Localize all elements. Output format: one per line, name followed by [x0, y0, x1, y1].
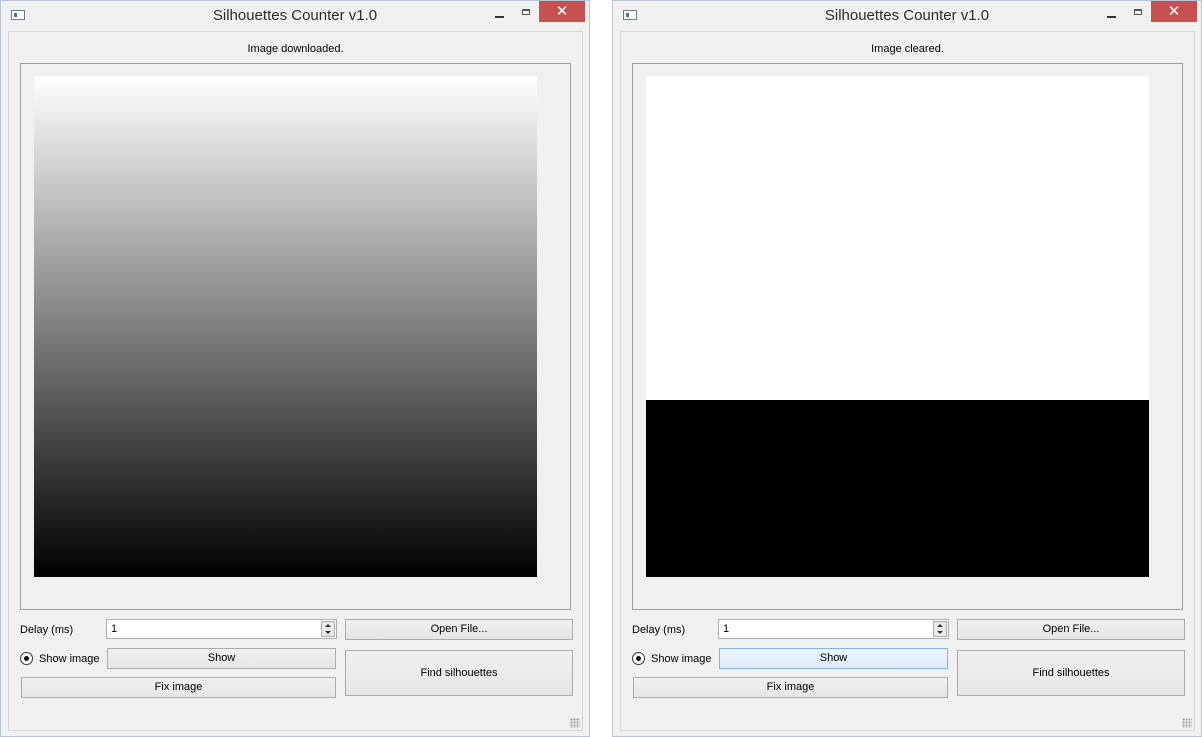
client-area: Image cleared. Delay (ms) 1 Open File...…	[620, 31, 1195, 731]
delay-value[interactable]: 1	[723, 623, 729, 635]
spin-arrows[interactable]	[321, 621, 335, 637]
title-bar[interactable]: Silhouettes Counter v1.0 ✕	[613, 1, 1201, 31]
show-image-label[interactable]: Show image	[651, 653, 712, 665]
radio-dot-icon	[636, 656, 641, 661]
image-black-region	[646, 400, 1149, 577]
fix-image-button[interactable]: Fix image	[21, 677, 336, 698]
close-button[interactable]: ✕	[539, 1, 585, 22]
client-area: Image downloaded. Delay (ms) 1 Open File…	[8, 31, 583, 731]
maximize-button[interactable]	[1125, 5, 1151, 23]
find-silhouettes-button[interactable]: Find silhouettes	[345, 650, 573, 696]
image-frame	[20, 63, 571, 610]
open-file-button[interactable]: Open File...	[957, 619, 1185, 640]
show-button[interactable]: Show	[107, 648, 336, 669]
delay-label: Delay (ms)	[20, 624, 74, 636]
image-frame	[632, 63, 1183, 610]
show-image-radio[interactable]	[632, 652, 645, 665]
minimize-button[interactable]	[487, 5, 513, 23]
show-image-label[interactable]: Show image	[39, 653, 100, 665]
delay-value[interactable]: 1	[111, 623, 117, 635]
resize-grip-icon[interactable]	[570, 718, 580, 728]
image-canvas	[34, 76, 537, 577]
spin-up-icon[interactable]	[937, 624, 943, 627]
delay-label: Delay (ms)	[632, 624, 686, 636]
find-silhouettes-button[interactable]: Find silhouettes	[957, 650, 1185, 696]
spin-arrows[interactable]	[933, 621, 947, 637]
radio-dot-icon	[24, 656, 29, 661]
delay-spinbox[interactable]: 1	[106, 619, 337, 639]
show-image-radio[interactable]	[20, 652, 33, 665]
app-window-2: Silhouettes Counter v1.0 ✕ Image cleared…	[612, 0, 1202, 737]
status-label: Image downloaded.	[247, 43, 344, 55]
minimize-button[interactable]	[1099, 5, 1125, 23]
close-button[interactable]: ✕	[1151, 1, 1197, 22]
status-label: Image cleared.	[871, 43, 944, 55]
image-canvas	[646, 76, 1149, 577]
app-window-1: Silhouettes Counter v1.0 ✕ Image downloa…	[0, 0, 590, 737]
open-file-button[interactable]: Open File...	[345, 619, 573, 640]
spin-down-icon[interactable]	[325, 631, 331, 634]
maximize-button[interactable]	[513, 5, 539, 23]
spin-down-icon[interactable]	[937, 631, 943, 634]
delay-spinbox[interactable]: 1	[718, 619, 949, 639]
fix-image-button[interactable]: Fix image	[633, 677, 948, 698]
resize-grip-icon[interactable]	[1182, 718, 1192, 728]
show-button[interactable]: Show	[719, 648, 948, 669]
spin-up-icon[interactable]	[325, 624, 331, 627]
title-bar[interactable]: Silhouettes Counter v1.0 ✕	[1, 1, 589, 31]
